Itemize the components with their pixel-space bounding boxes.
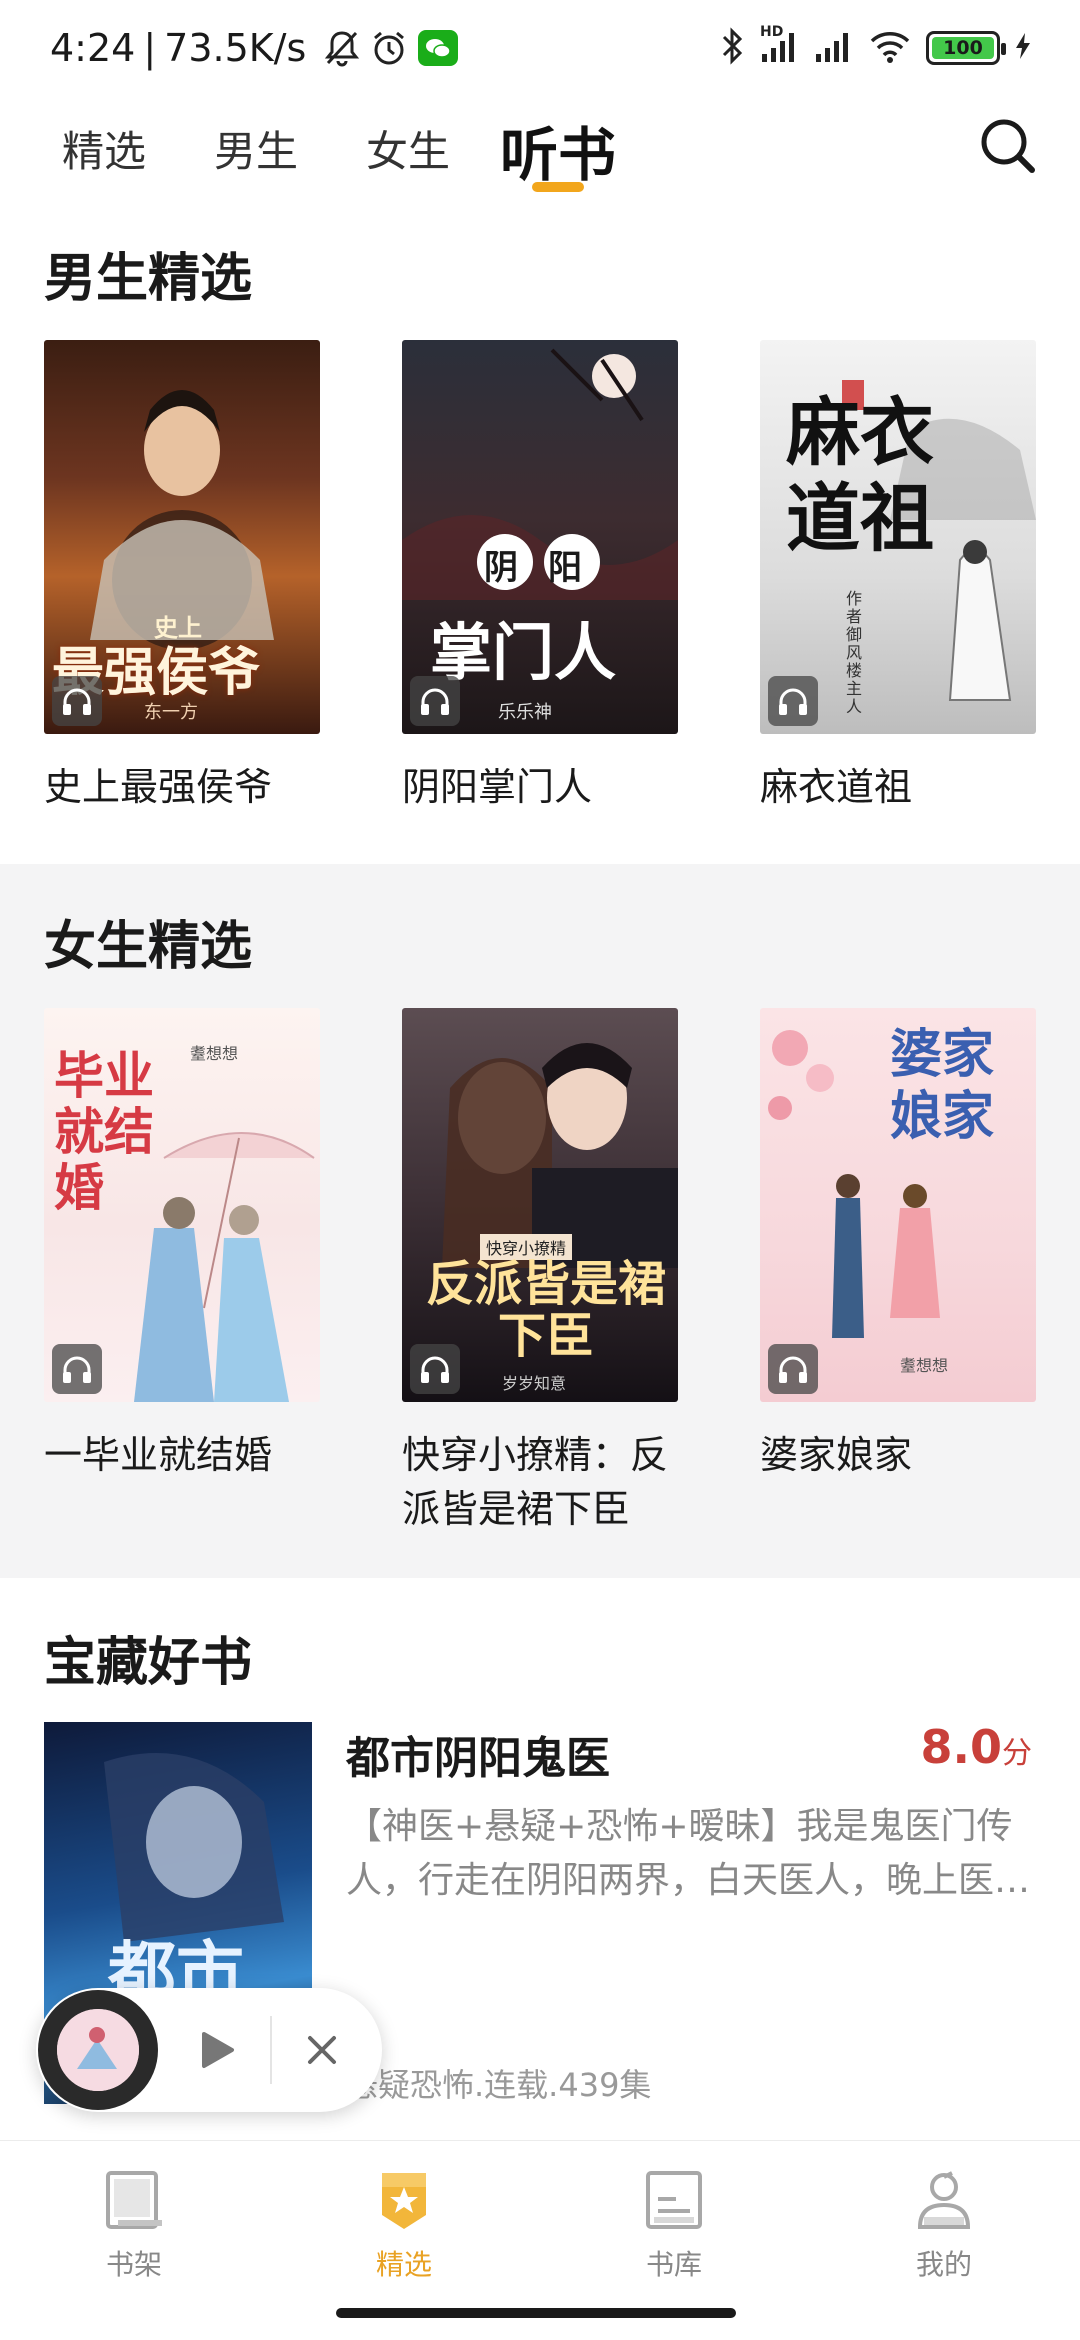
book-title[interactable]: 一毕业就结婚 <box>44 1428 334 1482</box>
wifi-icon <box>868 28 912 68</box>
library-icon <box>646 2171 702 2229</box>
book-cover[interactable]: 快穿小撩精 反派皆是裙下臣 岁岁知意 <box>402 1008 678 1402</box>
book-cover[interactable]: 史上 最强侯爷 东一方 <box>44 340 320 734</box>
now-playing-cover <box>57 2009 139 2091</box>
cover-small-title: 阴阳 <box>484 548 612 588</box>
status-bar: 4:24 | 73.5K/s HD 100 <box>0 0 1080 96</box>
nav-label: 书库 <box>645 2248 702 2281</box>
book-meta: 悬疑恐怖.连载.439集 <box>346 2066 652 2104</box>
mini-player[interactable] <box>36 1988 382 2112</box>
battery-indicator: 100 <box>926 31 1006 65</box>
tab-featured[interactable]: 精选 <box>62 118 146 179</box>
alarm-icon <box>370 29 408 67</box>
headphones-icon <box>52 1344 102 1394</box>
battery-level: 100 <box>943 37 983 59</box>
section-female-picks: 女生精选 毕业就结婚 耋想想 一毕业就结婚 快穿小撩精 反派皆是裙下臣 岁岁知意… <box>0 864 1080 1578</box>
book-title[interactable]: 都市阴阳鬼医 <box>346 1722 610 1786</box>
cover-title: 反派皆是裙下臣 <box>426 1256 667 1364</box>
active-tab-indicator <box>532 182 584 192</box>
headphones-icon <box>768 676 818 726</box>
cover-title: 毕业就结婚 <box>54 1046 154 1217</box>
wechat-icon <box>418 30 459 66</box>
book-cover[interactable]: 麻衣道祖 作者 御风楼主人 <box>760 340 1036 734</box>
cover-title: 麻衣道祖 <box>786 390 934 562</box>
mute-bell-icon <box>324 29 360 67</box>
cover-author: 乐乐神 <box>498 702 552 723</box>
book-title[interactable]: 麻衣道祖 <box>760 760 1050 814</box>
search-button[interactable] <box>976 114 1040 178</box>
cover-title: 婆家娘家 <box>890 1024 995 1147</box>
headphones-icon <box>410 1344 460 1394</box>
book-title[interactable]: 阴阳掌门人 <box>402 760 692 814</box>
section-title-treasure: 宝藏好书 <box>44 1633 253 1693</box>
nav-bookshelf[interactable]: 书架 <box>64 2167 204 2283</box>
cover-author: 岁岁知意 <box>502 1374 567 1393</box>
headphones-icon <box>52 676 102 726</box>
nav-label: 我的 <box>915 2248 972 2281</box>
headphones-icon <box>410 676 460 726</box>
book-cover[interactable]: 阴阳 掌门人 乐乐神 <box>402 340 678 734</box>
hd-label: HD <box>760 24 784 40</box>
book-title[interactable]: 婆家娘家 <box>760 1428 1050 1482</box>
section-male-picks: 男生精选 史上 最强侯爷 东一方 史上最强侯爷 阴阳 掌门人 乐乐神 阴阳掌门人… <box>0 214 1080 864</box>
nav-label: 书架 <box>105 2248 162 2281</box>
book-title[interactable]: 史上最强侯爷 <box>44 760 334 814</box>
close-player-button[interactable] <box>304 2032 340 2068</box>
bookshelf-icon <box>106 2171 162 2229</box>
book-title[interactable]: 快穿小撩精：反派皆是裙下臣 <box>402 1428 692 1536</box>
cover-author: 耋想想 <box>900 1356 949 1375</box>
book-description[interactable]: 【神医+悬疑+恐怖+暧昧】我是鬼医门传 人，行走在阴阳两界，白天医人，晚上医… <box>346 1800 1038 1908</box>
tab-female[interactable]: 女生 <box>366 118 450 179</box>
profile-icon <box>917 2171 971 2229</box>
description-line: 【神医+悬疑+恐怖+暧昧】我是鬼医门传 <box>346 1806 1013 1847</box>
tab-male[interactable]: 男生 <box>214 118 298 179</box>
nav-library[interactable]: 书库 <box>604 2167 744 2283</box>
close-icon <box>308 2036 336 2064</box>
featured-star-icon <box>382 2173 426 2229</box>
description-line: 人，行走在阴阳两界，白天医人，晚上医… <box>346 1860 1031 1901</box>
headphones-icon <box>768 1344 818 1394</box>
cellular-signal-icon <box>814 28 854 68</box>
cover-author: 东一方 <box>144 702 198 723</box>
nav-label: 精选 <box>375 2248 432 2281</box>
nav-featured[interactable]: 精选 <box>334 2167 474 2283</box>
status-time: 4:24 <box>50 26 136 70</box>
bluetooth-icon <box>720 27 746 69</box>
cellular-signal-hd-icon: HD <box>760 24 800 68</box>
status-separator: | <box>143 26 157 70</box>
search-icon <box>981 119 1035 173</box>
nav-profile[interactable]: 我的 <box>874 2167 1014 2283</box>
section-title: 男生精选 <box>44 249 253 309</box>
score-value: 8.0 <box>920 1720 1003 1774</box>
book-cover[interactable]: 毕业就结婚 耋想想 <box>44 1008 320 1402</box>
play-button[interactable] <box>196 2030 236 2070</box>
play-icon <box>202 2032 234 2068</box>
top-tab-bar: 精选 男生 女生 听书 <box>0 100 1080 210</box>
now-playing-disc[interactable] <box>38 1990 158 2110</box>
charging-icon <box>1014 31 1032 65</box>
book-cover[interactable]: 婆家娘家 耋想想 <box>760 1008 1036 1402</box>
section-title: 女生精选 <box>44 917 253 977</box>
cover-author: 耋想想 <box>190 1044 239 1063</box>
divider <box>270 2016 272 2084</box>
network-speed: 73.5K/s <box>164 26 307 70</box>
score-unit: 分 <box>1002 1736 1032 1771</box>
book-score: 8.0分 <box>921 1720 1033 1774</box>
home-indicator[interactable] <box>336 2308 736 2318</box>
cover-author: 作者 御风楼主人 <box>846 589 863 716</box>
tab-audiobook[interactable]: 听书 <box>500 108 616 192</box>
